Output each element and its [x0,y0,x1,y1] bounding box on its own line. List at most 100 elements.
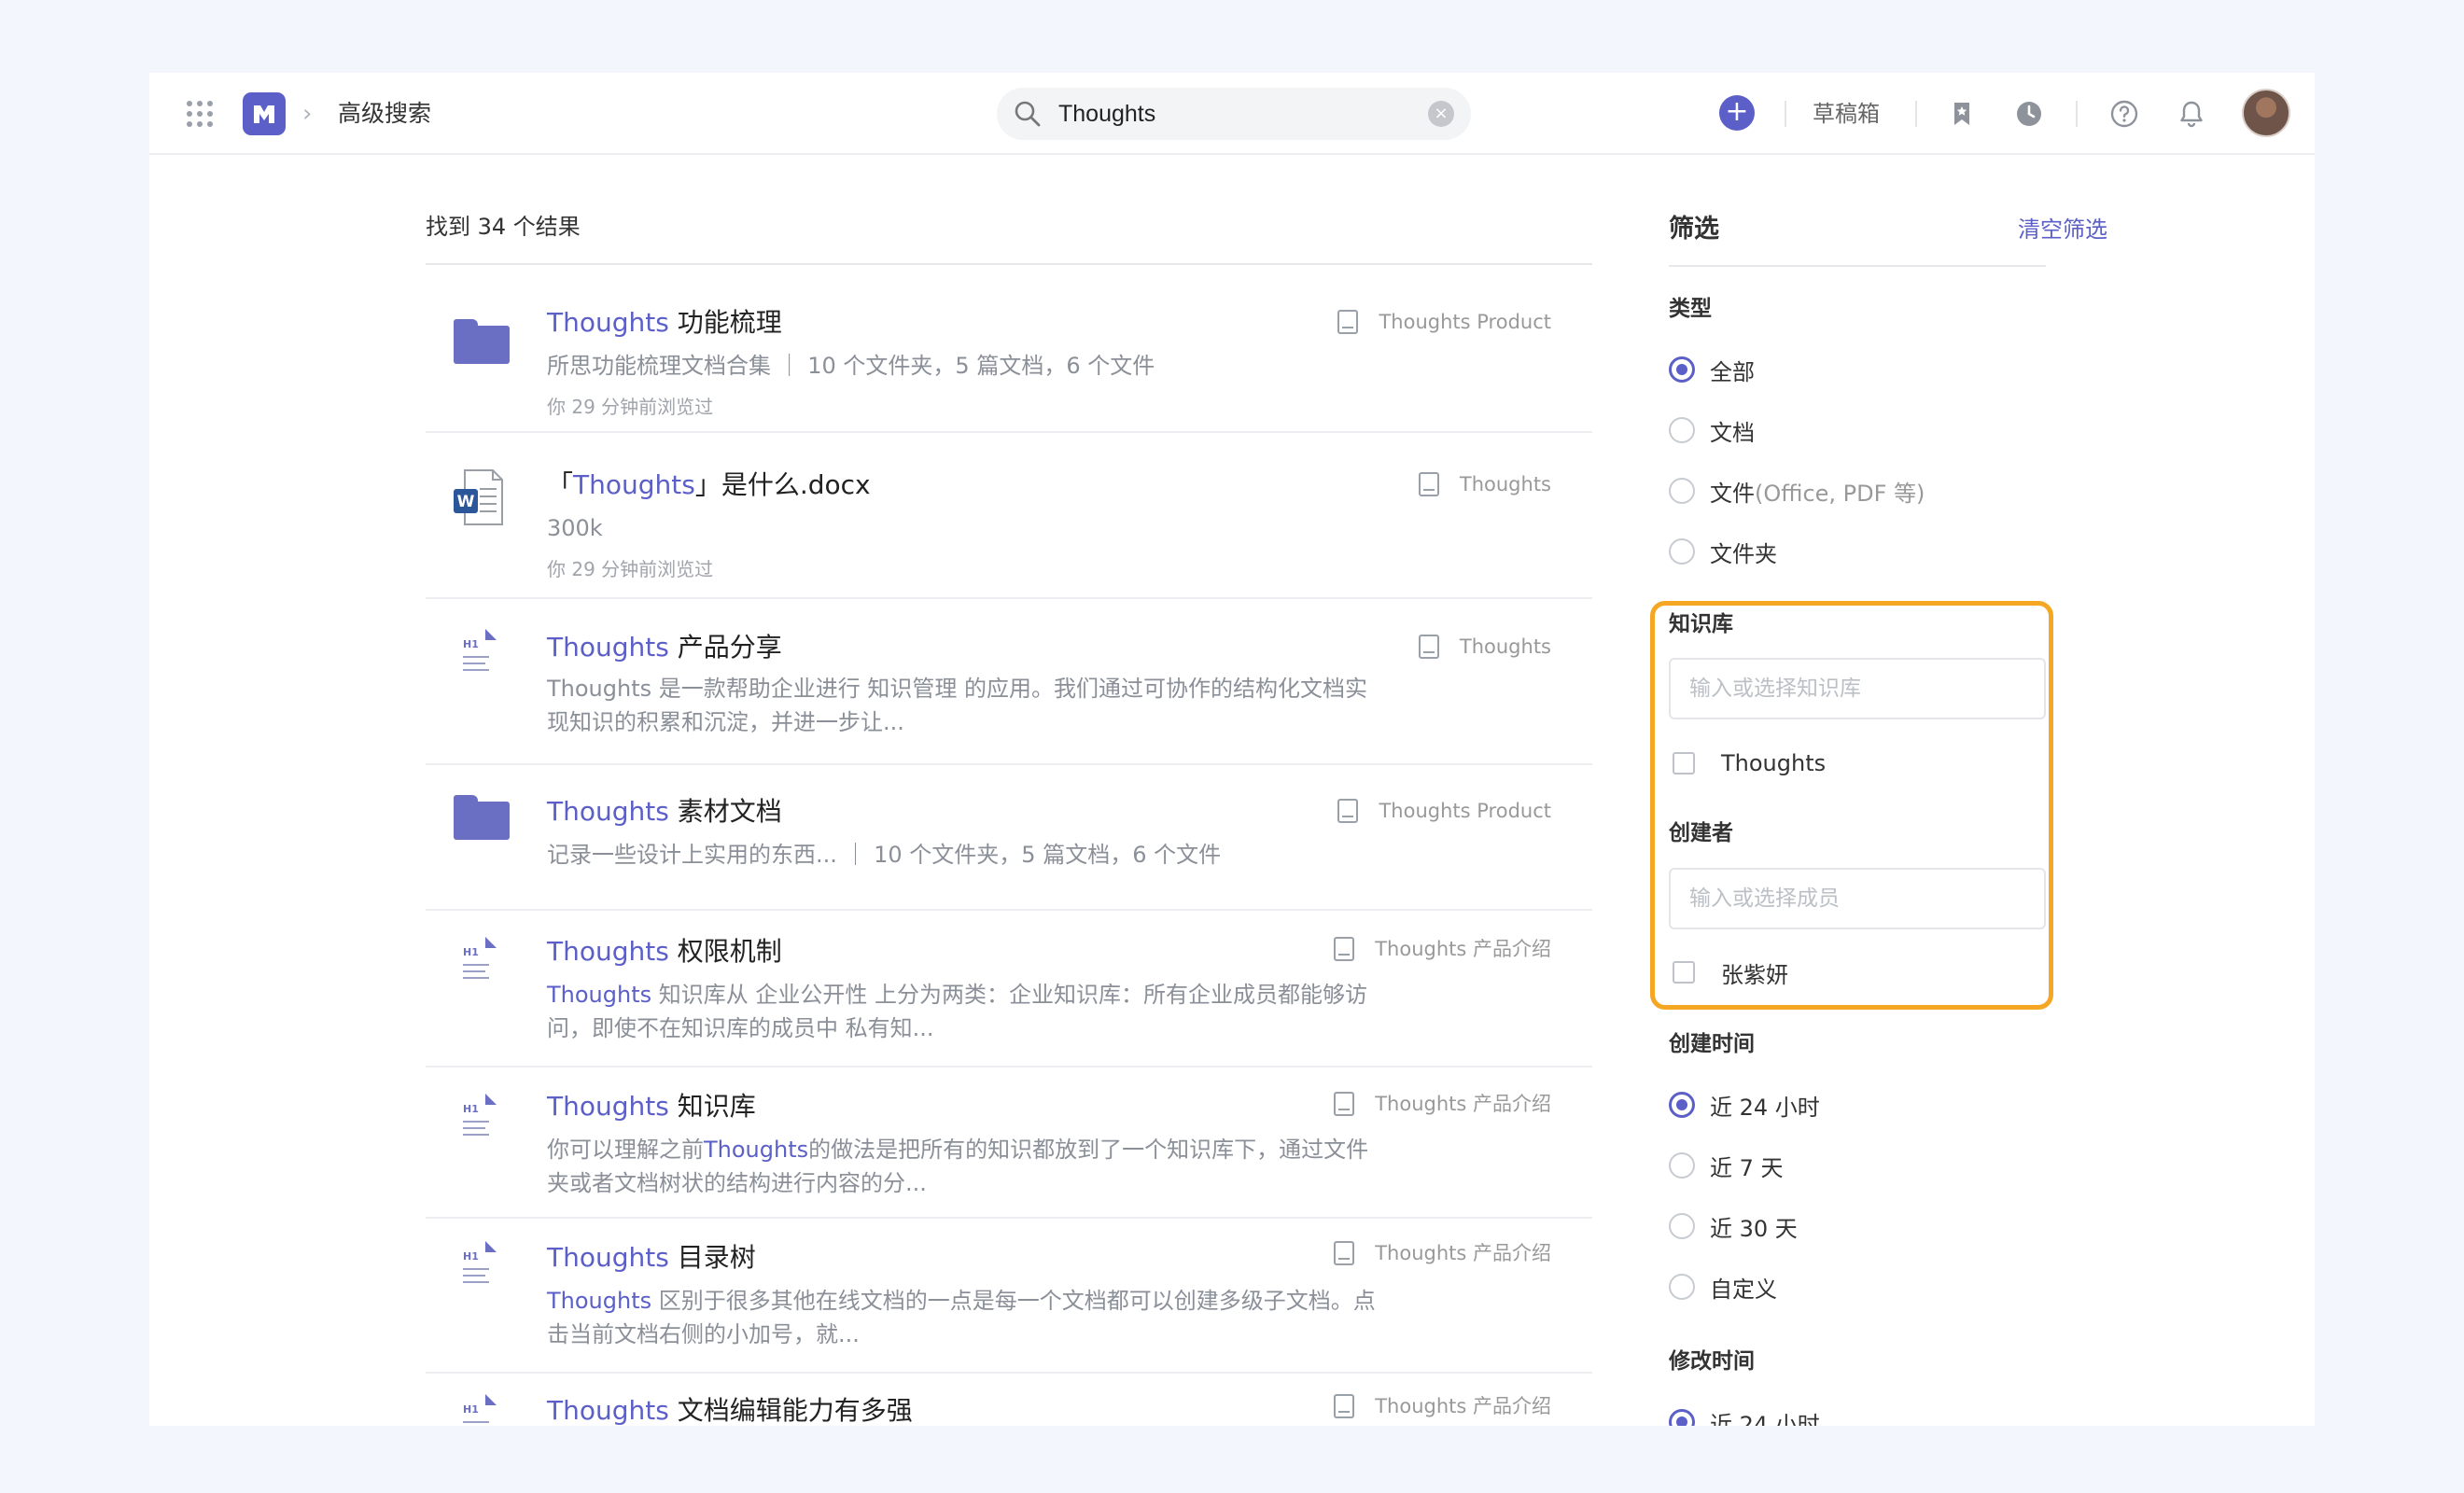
result-snippet: 夹或者文档树状的结构进行内容的分... [547,1170,927,1196]
drafts-button[interactable]: 草稿箱 [1813,98,1880,130]
results-divider [426,263,1592,265]
library-search-input[interactable] [1669,658,2046,719]
clear-search-icon[interactable]: × [1428,101,1454,127]
document-h1-icon: H1 [459,1241,497,1290]
creator-section-label: 创建者 [1669,821,1733,845]
result-snippet: Thoughts 区别于很多其他在线文档的一点是每一个文档都可以创建多级子文档。… [547,1288,1376,1314]
result-item[interactable]: Thoughts 功能梳理 所思功能梳理文档合集 ｜ 10 个文件夹，5 篇文档… [426,269,1592,433]
result-library[interactable]: Thoughts 产品介绍 [1334,1392,1551,1420]
result-snippet: 问，即使不在知识库的成员中 私有知... [547,1015,934,1041]
result-library[interactable]: Thoughts 产品介绍 [1334,1090,1551,1118]
modified-option-24h[interactable]: 近 24 小时 [1669,1405,1820,1426]
modified-time-section-label: 修改时间 [1669,1349,1755,1374]
svg-text:H1: H1 [463,946,479,958]
result-library[interactable]: Thoughts [1418,470,1551,498]
search-input[interactable] [1058,95,1404,133]
document-h1-icon: H1 [459,1394,497,1426]
result-item[interactable]: H1 Thoughts 权限机制 Thoughts 知识库从 企业公开性 上分为… [426,911,1592,1067]
created-option-24h[interactable]: 近 24 小时 [1669,1088,1820,1122]
library-book-icon [1334,1092,1355,1116]
result-item[interactable]: Thoughts 素材文档 记录一些设计上实用的东西... ｜ 10 个文件夹，… [426,765,1592,911]
result-library[interactable]: Thoughts Product [1337,308,1551,336]
radio-checked-icon [1669,356,1695,383]
result-title[interactable]: 「Thoughts」是什么.docx [547,467,871,504]
result-library[interactable]: Thoughts 产品介绍 [1334,935,1551,963]
document-h1-icon: H1 [459,937,497,985]
result-title[interactable]: Thoughts 功能梳理 [547,304,782,342]
result-title[interactable]: Thoughts 知识库 [547,1088,756,1125]
type-section-label: 类型 [1669,297,1712,321]
notification-bell-icon[interactable] [2175,97,2208,131]
result-item[interactable]: H1 Thoughts 知识库 你可以理解之前Thoughts的做法是把所有的知… [426,1067,1592,1219]
library-option-thoughts[interactable]: Thoughts [1669,746,1826,780]
help-icon[interactable] [2107,97,2141,131]
result-snippet: 你可以理解之前Thoughts的做法是把所有的知识都放到了一个知识库下，通过文件 [547,1137,1369,1163]
result-item[interactable]: H1 Thoughts 文档编辑能力有多强 Thoughts 产品介绍 [426,1374,1592,1426]
checkbox-icon [1673,752,1695,774]
radio-icon [1669,1274,1695,1300]
library-book-icon [1418,472,1439,496]
result-viewed-time: 你 29 分钟前浏览过 [547,396,714,418]
create-button[interactable]: + [1719,95,1755,131]
result-title[interactable]: Thoughts 目录树 [547,1239,756,1277]
svg-text:H1: H1 [463,638,479,650]
top-header: › 高级搜索 × + 草稿箱 [149,73,2315,155]
result-item[interactable]: W 「Thoughts」是什么.docx 300k 你 29 分钟前浏览过 Th… [426,433,1592,599]
creator-option[interactable]: 张紫妍 [1669,956,1788,989]
result-file-size: 300k [547,515,603,541]
radio-icon [1669,1152,1695,1179]
result-item[interactable]: H1 Thoughts 目录树 Thoughts 区别于很多其他在线文档的一点是… [426,1219,1592,1374]
bookmark-icon[interactable] [1945,97,1979,131]
radio-icon [1669,417,1695,443]
radio-checked-icon [1669,1092,1695,1118]
radio-icon [1669,538,1695,565]
library-book-icon [1334,1394,1355,1418]
type-option-all[interactable]: 全部 [1669,353,1755,386]
apps-grid-icon[interactable] [187,101,213,127]
search-icon [1015,101,1041,127]
folder-icon [454,795,510,840]
library-book-icon [1334,1241,1355,1265]
search-bar[interactable]: × [997,88,1471,140]
result-library[interactable]: Thoughts [1418,633,1551,661]
app-logo-icon[interactable] [243,92,286,135]
result-library[interactable]: Thoughts 产品介绍 [1334,1239,1551,1267]
result-title[interactable]: Thoughts 产品分享 [547,629,782,666]
radio-icon [1669,478,1695,504]
word-document-icon: W [454,469,503,525]
type-option-folder[interactable]: 文件夹 [1669,535,1777,568]
breadcrumb-chevron-icon: › [302,100,313,128]
history-clock-icon[interactable] [2012,97,2046,131]
result-title[interactable]: Thoughts 权限机制 [547,933,782,970]
result-meta: 记录一些设计上实用的东西... ｜ 10 个文件夹，5 篇文档，6 个文件 [547,842,1222,868]
radio-icon [1669,1213,1695,1239]
created-time-section-label: 创建时间 [1669,1032,1755,1056]
user-avatar[interactable] [2242,89,2290,137]
header-divider [1915,101,1917,127]
library-section-label: 知识库 [1669,612,1733,636]
svg-text:H1: H1 [463,1250,479,1263]
type-option-file[interactable]: 文件 (Office, PDF 等) [1669,474,1925,508]
creator-search-input[interactable] [1669,868,2046,929]
results-count: 找到 34 个结果 [426,214,581,240]
created-option-7d[interactable]: 近 7 天 [1669,1149,1784,1182]
svg-text:W: W [457,493,475,511]
library-book-icon [1334,937,1355,961]
document-h1-icon: H1 [459,1094,497,1142]
folder-icon [454,319,510,364]
created-option-30d[interactable]: 近 30 天 [1669,1209,1798,1243]
document-h1-icon: H1 [459,629,497,677]
radio-checked-icon [1669,1409,1695,1426]
result-library[interactable]: Thoughts Product [1337,797,1551,825]
clear-filter-link[interactable]: 清空筛选 [2018,213,2107,246]
checkbox-icon [1673,961,1695,984]
svg-text:H1: H1 [463,1403,479,1416]
result-title[interactable]: Thoughts 文档编辑能力有多强 [547,1392,913,1426]
result-snippet: Thoughts 是一款帮助企业进行 知识管理 的应用。我们通过可协作的结构化文… [547,676,1368,702]
header-divider [1785,101,1786,127]
type-option-doc[interactable]: 文档 [1669,413,1755,447]
result-title[interactable]: Thoughts 素材文档 [547,793,782,830]
result-item[interactable]: H1 Thoughts 产品分享 Thoughts 是一款帮助企业进行 知识管理… [426,599,1592,765]
header-divider [2076,101,2078,127]
created-option-custom[interactable]: 自定义 [1669,1270,1777,1304]
